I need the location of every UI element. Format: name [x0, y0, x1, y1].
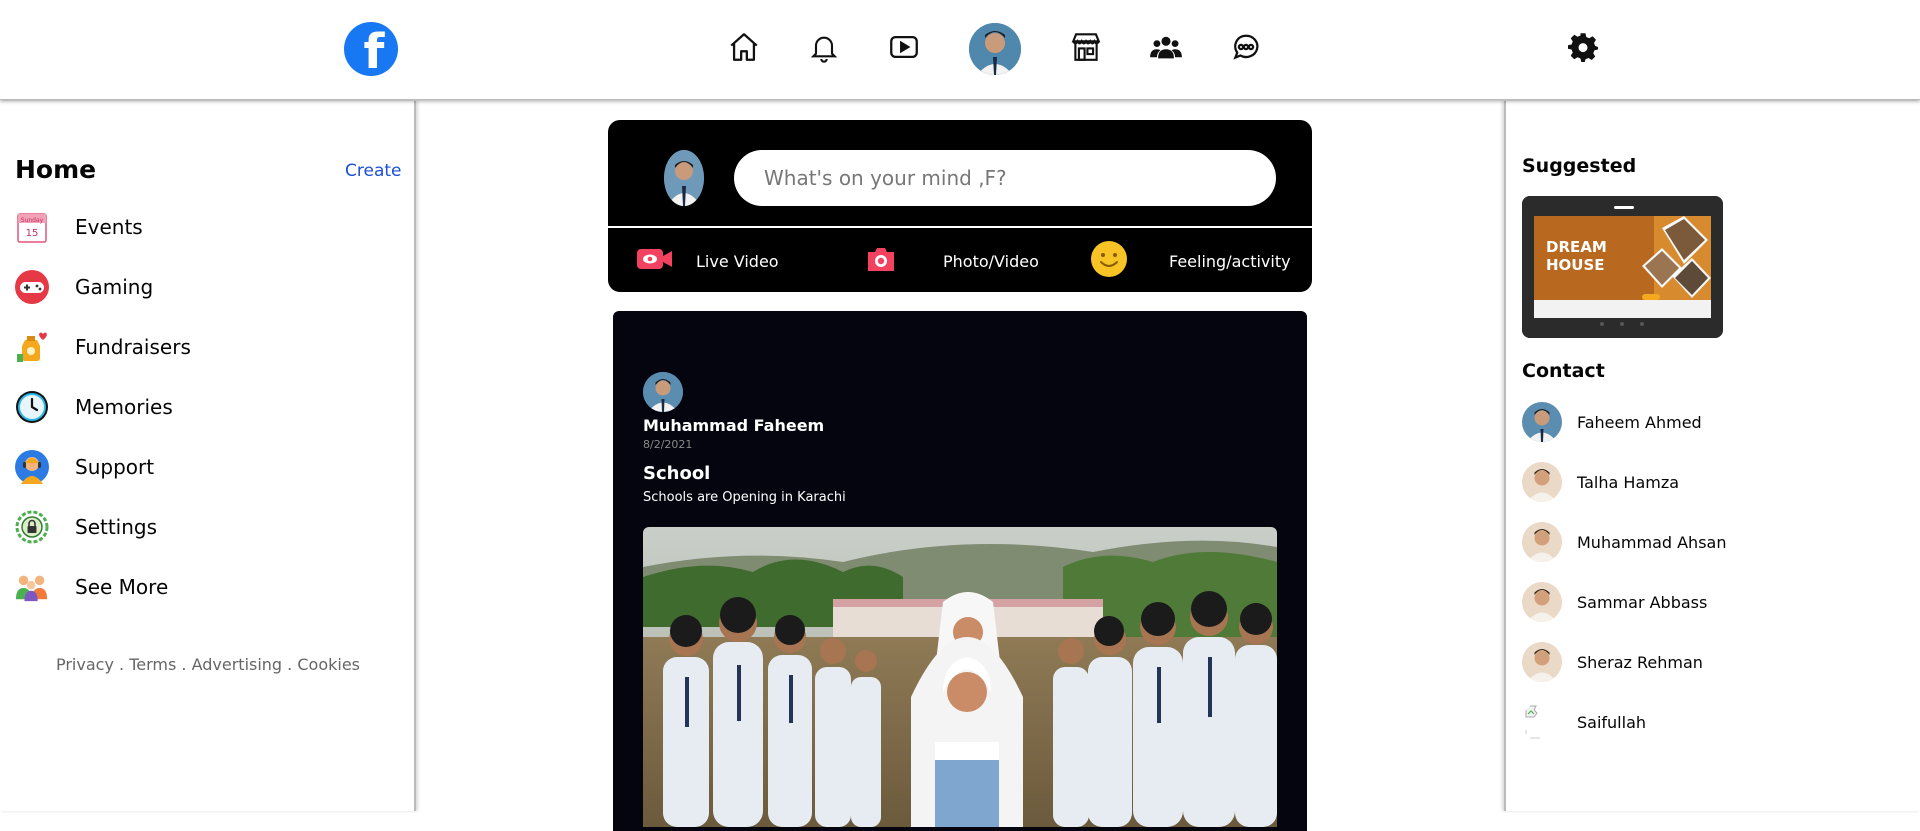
create-link[interactable]: Create — [345, 161, 402, 181]
profile-avatar[interactable] — [969, 23, 1021, 75]
contact-item[interactable]: Faheem Ahmed — [1522, 402, 1702, 442]
bell-icon[interactable] — [807, 30, 841, 64]
sidebar-item-settings[interactable]: Settings — [15, 507, 395, 547]
sidebar-item-fundraisers[interactable]: Fundraisers — [15, 327, 395, 367]
sidebar-heading: Home — [15, 155, 97, 184]
camera-icon — [866, 245, 896, 277]
post-photo[interactable] — [643, 527, 1277, 827]
broken-image-icon — [1522, 702, 1562, 742]
photo-video-label: Photo/Video — [943, 251, 1039, 271]
groups-icon[interactable] — [1149, 30, 1183, 64]
photo-video-button[interactable]: Photo/Video — [866, 242, 1066, 280]
logo-letter: f — [363, 24, 385, 76]
sidebar-item-events[interactable]: Sunday 15 Events — [15, 207, 395, 247]
suggested-heading: Suggested — [1522, 155, 1637, 177]
contact-name: Sammar Abbass — [1577, 592, 1708, 612]
post-title: School — [643, 463, 711, 484]
contact-avatar — [1522, 462, 1562, 502]
sidebar-item-label: Settings — [75, 515, 158, 539]
clock-icon — [15, 390, 49, 424]
contact-name: Faheem Ahmed — [1577, 412, 1702, 432]
contact-item[interactable]: Muhammad Ahsan — [1522, 522, 1726, 562]
contact-avatar — [1522, 582, 1562, 622]
settings-lock-icon — [15, 510, 49, 544]
right-sidebar: Suggested DREAM HOUSE Contact Faheem Ahm… — [1504, 101, 1920, 811]
calendar-icon: Sunday 15 — [15, 210, 49, 244]
suggested-ad-card[interactable]: DREAM HOUSE — [1522, 196, 1723, 338]
contact-item[interactable]: Saifullah — [1522, 702, 1646, 742]
footer-link-cookies[interactable]: Cookies — [297, 655, 360, 674]
post-date: 8/2/2021 — [643, 438, 693, 451]
top-navigation-bar: f — [0, 0, 1920, 100]
sidebar-item-label: Support — [75, 455, 155, 479]
contact-name: Muhammad Ahsan — [1577, 532, 1727, 552]
live-video-label: Live Video — [696, 251, 779, 271]
svg-text:Sunday: Sunday — [21, 217, 44, 224]
live-video-icon — [636, 246, 674, 276]
facebook-logo-icon[interactable]: f — [344, 22, 398, 76]
post-card: Muhammad Faheem 8/2/2021 School Schools … — [613, 311, 1307, 831]
sidebar-item-label: Fundraisers — [75, 335, 191, 359]
post-composer: Live Video Photo/Video Feeling/activity — [608, 120, 1312, 292]
contact-name: Sheraz Rehman — [1577, 652, 1703, 672]
composer-divider — [608, 226, 1312, 228]
post-author-avatar[interactable] — [643, 372, 683, 412]
gear-icon[interactable] — [1566, 30, 1600, 64]
contact-avatar — [1522, 402, 1562, 442]
footer-link-privacy[interactable]: Privacy — [56, 655, 114, 674]
footer-link-terms[interactable]: Terms — [129, 655, 176, 674]
live-video-button[interactable]: Live Video — [636, 242, 836, 280]
contact-item[interactable]: Talha Hamza — [1522, 462, 1679, 502]
store-icon[interactable] — [1069, 30, 1103, 64]
sidebar-item-gaming[interactable]: Gaming — [15, 267, 395, 307]
feeling-activity-label: Feeling/activity — [1169, 251, 1291, 271]
messenger-icon[interactable] — [1229, 30, 1263, 64]
support-icon — [15, 450, 49, 484]
sidebar-item-see-more[interactable]: See More — [15, 567, 395, 607]
ad-text-line2: HOUSE — [1546, 256, 1605, 274]
video-icon[interactable] — [887, 30, 921, 64]
sidebar-item-label: Gaming — [75, 275, 154, 299]
status-input[interactable] — [734, 150, 1276, 206]
smiley-icon — [1090, 240, 1128, 282]
home-icon[interactable] — [727, 30, 761, 64]
contact-name: Talha Hamza — [1577, 472, 1680, 492]
contact-item[interactable]: Sheraz Rehman — [1522, 642, 1703, 682]
fundraiser-icon — [15, 330, 49, 364]
sidebar-item-support[interactable]: Support — [15, 447, 395, 487]
sidebar-item-label: See More — [75, 575, 169, 599]
contact-item[interactable]: Sammar Abbass — [1522, 582, 1707, 622]
sidebar-item-label: Memories — [75, 395, 173, 419]
contact-heading: Contact — [1522, 360, 1605, 382]
contact-name: Saifullah — [1577, 712, 1647, 732]
footer-link-advertising[interactable]: Advertising — [192, 655, 283, 674]
game-controller-icon — [15, 270, 49, 304]
left-sidebar: Home Create Sunday 15 Events Gaming Fundr… — [0, 101, 416, 811]
sidebar-item-memories[interactable]: Memories — [15, 387, 395, 427]
sidebar-item-label: Events — [75, 215, 143, 239]
contact-avatar — [1522, 642, 1562, 682]
people-icon — [15, 570, 49, 604]
contact-avatar — [1522, 522, 1562, 562]
composer-avatar[interactable] — [664, 150, 704, 206]
feeling-activity-button[interactable]: Feeling/activity — [1090, 240, 1300, 282]
footer-links: Privacy . Terms . Advertising . Cookies — [55, 655, 360, 674]
post-body: Schools are Opening in Karachi — [643, 490, 846, 505]
ad-text-line1: DREAM — [1546, 238, 1607, 256]
post-author-name[interactable]: Muhammad Faheem — [643, 416, 824, 435]
svg-text:15: 15 — [26, 228, 39, 239]
